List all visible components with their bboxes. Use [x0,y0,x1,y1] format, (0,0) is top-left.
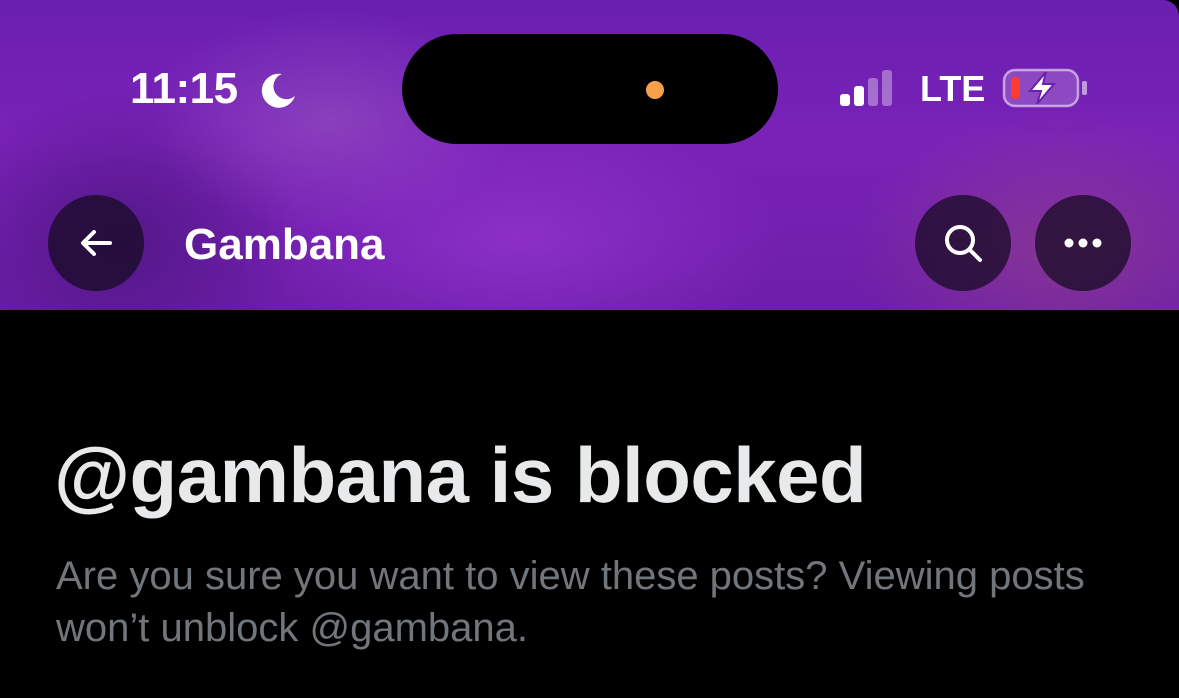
more-horizontal-icon [1064,238,1102,248]
more-options-button[interactable] [1035,195,1131,291]
dynamic-island [402,34,778,144]
page-title: Gambana [184,220,385,269]
search-button[interactable] [915,195,1011,291]
blocked-heading: @gambana is blocked [54,431,867,519]
moon-icon [261,73,295,108]
cellular-signal-icon [840,70,892,106]
network-type: LTE [920,68,986,109]
search-icon [945,225,982,262]
battery-charging-low-icon [1002,68,1087,108]
blocked-message: Are you sure you want to view these post… [56,554,1085,650]
status-time: 11:15 [130,64,238,113]
arrow-left-icon [81,230,112,256]
profile-header: 11:15 LTE Gambana [0,0,1179,310]
camera-indicator [646,81,664,99]
back-button[interactable] [48,195,144,291]
